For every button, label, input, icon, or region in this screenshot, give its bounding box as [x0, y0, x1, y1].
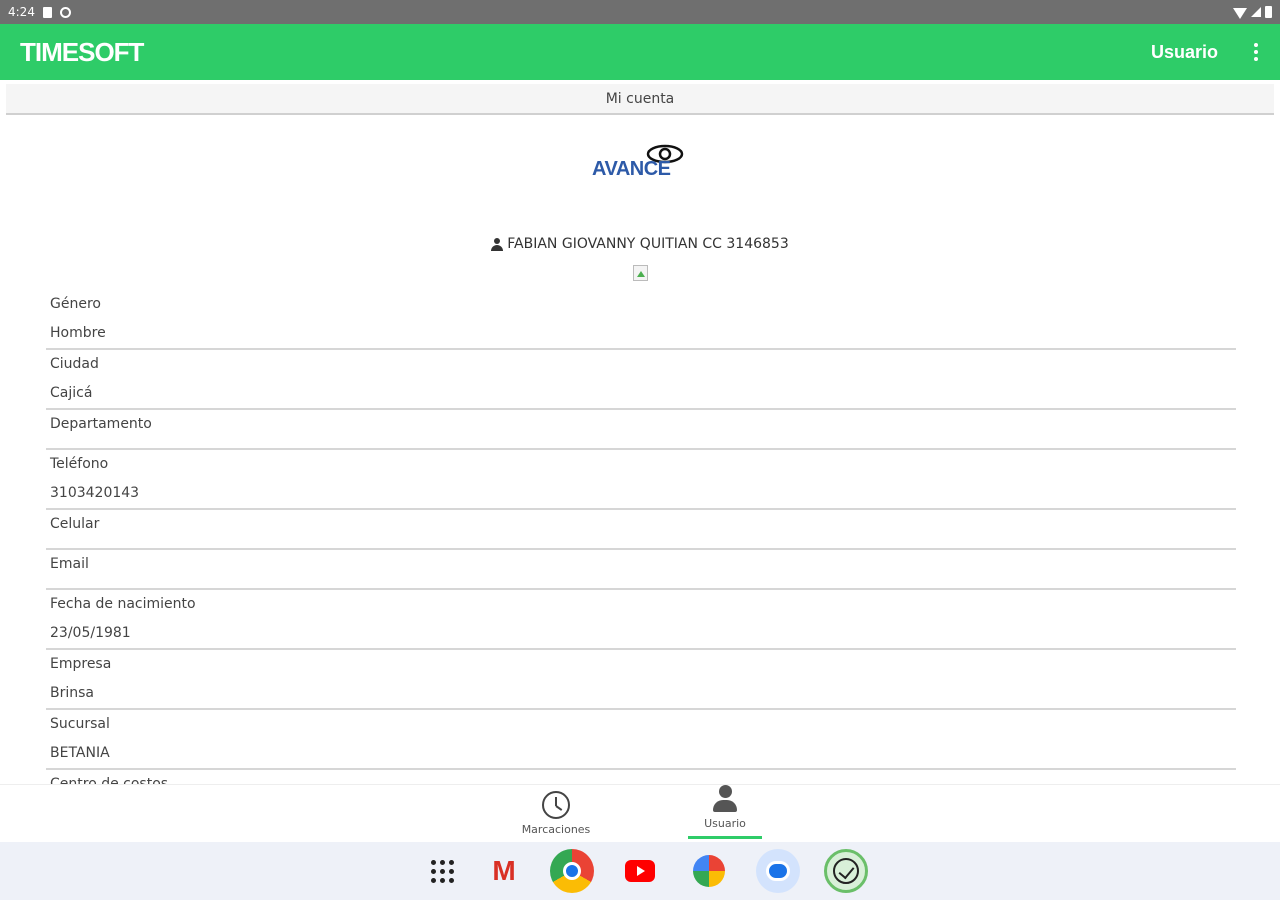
- user-photo-image: [633, 265, 648, 281]
- field-label: Sucursal: [50, 716, 110, 732]
- signal-icon: [1251, 7, 1261, 17]
- user-name-line: FABIAN GIOVANNY QUITIAN CC 3146853: [0, 236, 1280, 252]
- more-options-icon[interactable]: [1252, 43, 1260, 61]
- nav-item-usuario[interactable]: Usuario: [688, 785, 762, 839]
- field-label: Celular: [50, 516, 100, 532]
- apps-grid-icon: [430, 859, 454, 883]
- field-value: 23/05/1981: [50, 625, 131, 641]
- field-ciudad: Ciudad Cajicá: [46, 350, 1236, 410]
- user-icon: [712, 785, 738, 815]
- check-circle-icon: [833, 858, 859, 884]
- field-value: BETANIA: [50, 745, 110, 761]
- field-value: 3103420143: [50, 485, 140, 501]
- timesoft-app[interactable]: [824, 849, 868, 893]
- field-telefono: Teléfono 3103420143: [46, 450, 1236, 510]
- system-status-bar: 4:24: [0, 0, 1280, 24]
- account-fields: Género Hombre Ciudad Cajicá Departamento…: [46, 290, 1236, 799]
- app-logo: TIMESOFT: [20, 36, 144, 67]
- photos-app[interactable]: [687, 849, 731, 893]
- field-celular: Celular: [46, 510, 1236, 550]
- sync-icon: [59, 6, 71, 18]
- all-apps-button[interactable]: [420, 849, 464, 893]
- messages-app[interactable]: [756, 849, 800, 893]
- photos-icon: [693, 855, 725, 887]
- person-icon: [491, 237, 504, 251]
- battery-icon: [1265, 6, 1272, 18]
- nav-label: Usuario: [704, 817, 746, 830]
- company-logo: AVANCE: [590, 144, 690, 188]
- gmail-app[interactable]: M: [482, 849, 526, 893]
- field-value: Brinsa: [50, 685, 94, 701]
- field-genero: Género Hombre: [46, 290, 1236, 350]
- wifi-icon: [1233, 7, 1247, 19]
- field-label: Teléfono: [50, 456, 109, 472]
- sim-card-icon: [42, 6, 52, 18]
- field-empresa: Empresa Brinsa: [46, 650, 1236, 710]
- nav-label: Marcaciones: [521, 823, 591, 836]
- field-value: Cajicá: [50, 385, 93, 401]
- gmail-icon: M: [492, 855, 516, 886]
- field-label: Email: [50, 556, 89, 572]
- bottom-navigation: Marcaciones Usuario: [0, 784, 1280, 842]
- chrome-app[interactable]: [550, 849, 594, 893]
- chrome-icon: [563, 862, 581, 880]
- field-label: Departamento: [50, 416, 152, 432]
- messages-icon: [766, 861, 790, 881]
- field-sucursal: Sucursal BETANIA: [46, 710, 1236, 770]
- field-label: Empresa: [50, 656, 112, 672]
- user-name: FABIAN GIOVANNY QUITIAN CC 3146853: [507, 236, 789, 252]
- app-bar: TIMESOFT Usuario: [0, 24, 1280, 80]
- nav-item-marcaciones[interactable]: Marcaciones: [515, 791, 597, 836]
- field-email: Email: [46, 550, 1236, 590]
- field-label: Género: [50, 296, 101, 312]
- field-fecha-nacimiento: Fecha de nacimiento 23/05/1981: [46, 590, 1236, 650]
- field-departamento: Departamento: [46, 410, 1236, 450]
- clock-icon: [542, 791, 570, 819]
- user-menu-link[interactable]: Usuario: [1151, 42, 1218, 63]
- youtube-icon: [625, 860, 655, 882]
- page-title: Mi cuenta: [6, 84, 1274, 115]
- field-label: Fecha de nacimiento: [50, 596, 196, 612]
- logo-name: AVANCE: [592, 158, 671, 180]
- clock-time: 4:24: [8, 5, 35, 19]
- field-value: Hombre: [50, 325, 106, 341]
- youtube-app[interactable]: [618, 849, 662, 893]
- app-dock: M: [0, 842, 1280, 900]
- field-label: Ciudad: [50, 356, 99, 372]
